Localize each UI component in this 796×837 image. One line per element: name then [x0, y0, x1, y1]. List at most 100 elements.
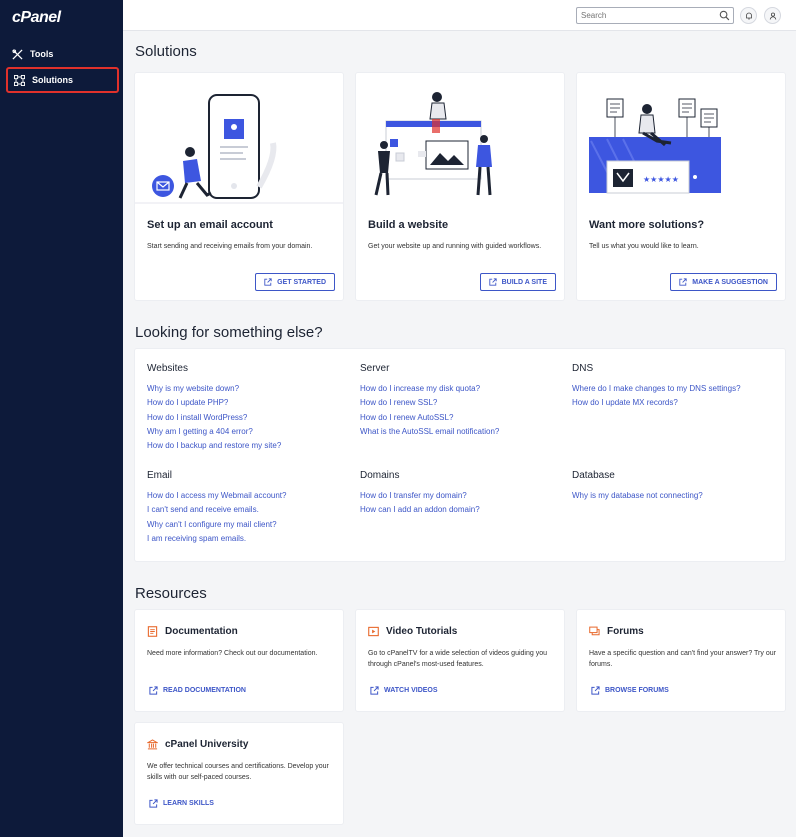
top-bar: [123, 0, 796, 31]
notifications-button[interactable]: [740, 7, 757, 24]
faq-group-title: Server: [360, 363, 390, 374]
faq-group-server: Server How do I increase my disk quota? …: [360, 363, 499, 441]
website-illustration: [374, 92, 492, 196]
search-input[interactable]: [576, 7, 734, 24]
resource-title: Video Tutorials: [386, 626, 458, 637]
learn-skills-link[interactable]: LEARN SKILLS: [149, 799, 214, 808]
solution-title: Want more solutions?: [589, 219, 705, 231]
resource-card-header: cPanel University: [147, 739, 248, 750]
solution-description: Get your website up and running with gui…: [368, 243, 542, 250]
button-label: GET STARTED: [277, 278, 326, 286]
svg-text:★★★★★: ★★★★★: [643, 175, 679, 184]
sidebar-item-solutions[interactable]: Solutions: [6, 67, 119, 93]
faq-group-domains: Domains How do I transfer my domain? How…: [360, 470, 480, 520]
faq-group-title: DNS: [572, 363, 594, 374]
solution-card-website: Build a website Get your website up and …: [356, 73, 564, 300]
university-icon: [147, 739, 158, 750]
external-link-icon: [370, 686, 379, 695]
faq-link[interactable]: How do I renew AutoSSL?: [360, 413, 499, 427]
resource-card-forums: Forums Have a specific question and can'…: [577, 610, 785, 711]
sidebar-item-tools[interactable]: Tools: [6, 41, 119, 67]
faq-card: Websites Why is my website down? How do …: [135, 349, 785, 561]
resource-description: Have a specific question and can't find …: [589, 650, 776, 668]
solution-title: Build a website: [368, 219, 449, 231]
faq-link[interactable]: How do I access my Webmail account?: [147, 491, 286, 505]
solutions-icon: [14, 74, 25, 86]
user-menu-button[interactable]: [764, 7, 781, 24]
resources-heading: Resources: [135, 585, 207, 602]
link-label: READ DOCUMENTATION: [163, 687, 246, 694]
cpanel-logo[interactable]: cPanel: [12, 9, 61, 27]
button-label: MAKE A SUGGESTION: [692, 278, 768, 286]
faq-link[interactable]: I can't send and receive emails.: [147, 505, 286, 519]
faq-link[interactable]: I am receiving spam emails.: [147, 534, 286, 548]
faq-group-title: Database: [572, 470, 615, 481]
faq-link[interactable]: How can I add an addon domain?: [360, 505, 480, 519]
faq-link[interactable]: How do I update PHP?: [147, 398, 281, 412]
sidebar: cPanel Tools Solutions: [0, 0, 123, 837]
faq-group-dns: DNS Where do I make changes to my DNS se…: [572, 363, 741, 413]
make-a-suggestion-button[interactable]: MAKE A SUGGESTION: [670, 273, 777, 291]
bell-icon: [745, 12, 752, 19]
external-link-icon: [264, 278, 272, 286]
link-label: BROWSE FORUMS: [605, 687, 669, 694]
browse-forums-link[interactable]: BROWSE FORUMS: [591, 686, 669, 695]
resource-description: Need more information? Check out our doc…: [147, 650, 318, 657]
resource-description: We offer technical courses and certifica…: [147, 763, 329, 781]
forum-icon: [589, 626, 600, 636]
watch-videos-link[interactable]: WATCH VIDEOS: [370, 686, 438, 695]
faq-group-title: Domains: [360, 470, 400, 481]
faq-link[interactable]: What is the AutoSSL email notification?: [360, 427, 499, 441]
solutions-heading: Solutions: [135, 43, 197, 60]
resource-title: Documentation: [165, 626, 238, 637]
faq-group-title: Websites: [147, 363, 188, 374]
resource-card-header: Video Tutorials: [368, 626, 457, 637]
faq-link[interactable]: How do I update MX records?: [572, 398, 741, 412]
build-a-site-button[interactable]: BUILD A SITE: [479, 273, 556, 291]
faq-link[interactable]: Why is my database not connecting?: [572, 491, 703, 505]
faq-link[interactable]: Why is my website down?: [147, 384, 281, 398]
get-started-button[interactable]: GET STARTED: [255, 273, 335, 291]
solution-card-email: Set up an email account Start sending an…: [135, 73, 343, 300]
resource-title: cPanel University: [165, 739, 249, 750]
faq-group-websites: Websites Why is my website down? How do …: [147, 363, 281, 455]
resource-description: Go to cPanelTV for a wide selection of v…: [368, 650, 547, 668]
sidebar-item-label: Tools: [30, 49, 54, 59]
faq-link[interactable]: Why can't I configure my mail client?: [147, 520, 286, 534]
solution-card-suggestions: ★★★★★ Want more solutions? Tell us what …: [577, 73, 785, 300]
faq-link[interactable]: How do I increase my disk quota?: [360, 384, 499, 398]
faq-link[interactable]: How do I install WordPress?: [147, 413, 281, 427]
user-icon: [769, 12, 776, 20]
faq-link[interactable]: How do I transfer my domain?: [360, 491, 480, 505]
link-label: LEARN SKILLS: [163, 800, 214, 807]
faq-link[interactable]: How do I backup and restore my site?: [147, 441, 281, 455]
link-label: WATCH VIDEOS: [384, 687, 438, 694]
faq-group-title: Email: [147, 470, 173, 481]
resource-card-cpanel-university: cPanel University We offer technical cou…: [135, 723, 343, 824]
external-link-icon: [149, 799, 158, 808]
external-link-icon: [679, 278, 687, 286]
resource-card-header: Documentation: [147, 626, 238, 637]
external-link-icon: [591, 686, 600, 695]
faq-heading: Looking for something else?: [135, 324, 323, 341]
resource-title: Forums: [607, 626, 644, 637]
faq-link[interactable]: How do I renew SSL?: [360, 398, 499, 412]
document-icon: [147, 626, 158, 637]
button-label: BUILD A SITE: [501, 278, 547, 286]
solution-description: Tell us what you would like to learn.: [589, 243, 699, 250]
faq-link[interactable]: Why am I getting a 404 error?: [147, 427, 281, 441]
solution-title: Set up an email account: [147, 219, 273, 231]
external-link-icon: [149, 686, 158, 695]
faq-group-database: Database Why is my database not connecti…: [572, 470, 703, 505]
faq-link[interactable]: Where do I make changes to my DNS settin…: [572, 384, 741, 398]
tools-icon: [12, 48, 23, 60]
email-illustration: [135, 94, 343, 204]
external-link-icon: [488, 278, 497, 286]
faq-group-email: Email How do I access my Webmail account…: [147, 470, 286, 548]
resource-card-header: Forums: [589, 626, 644, 637]
read-documentation-link[interactable]: READ DOCUMENTATION: [149, 686, 246, 695]
resource-card-video-tutorials: Video Tutorials Go to cPanelTV for a wid…: [356, 610, 564, 711]
resource-card-documentation: Documentation Need more information? Che…: [135, 610, 343, 711]
suggestion-illustration: ★★★★★: [589, 98, 721, 194]
search-icon[interactable]: [719, 10, 730, 21]
